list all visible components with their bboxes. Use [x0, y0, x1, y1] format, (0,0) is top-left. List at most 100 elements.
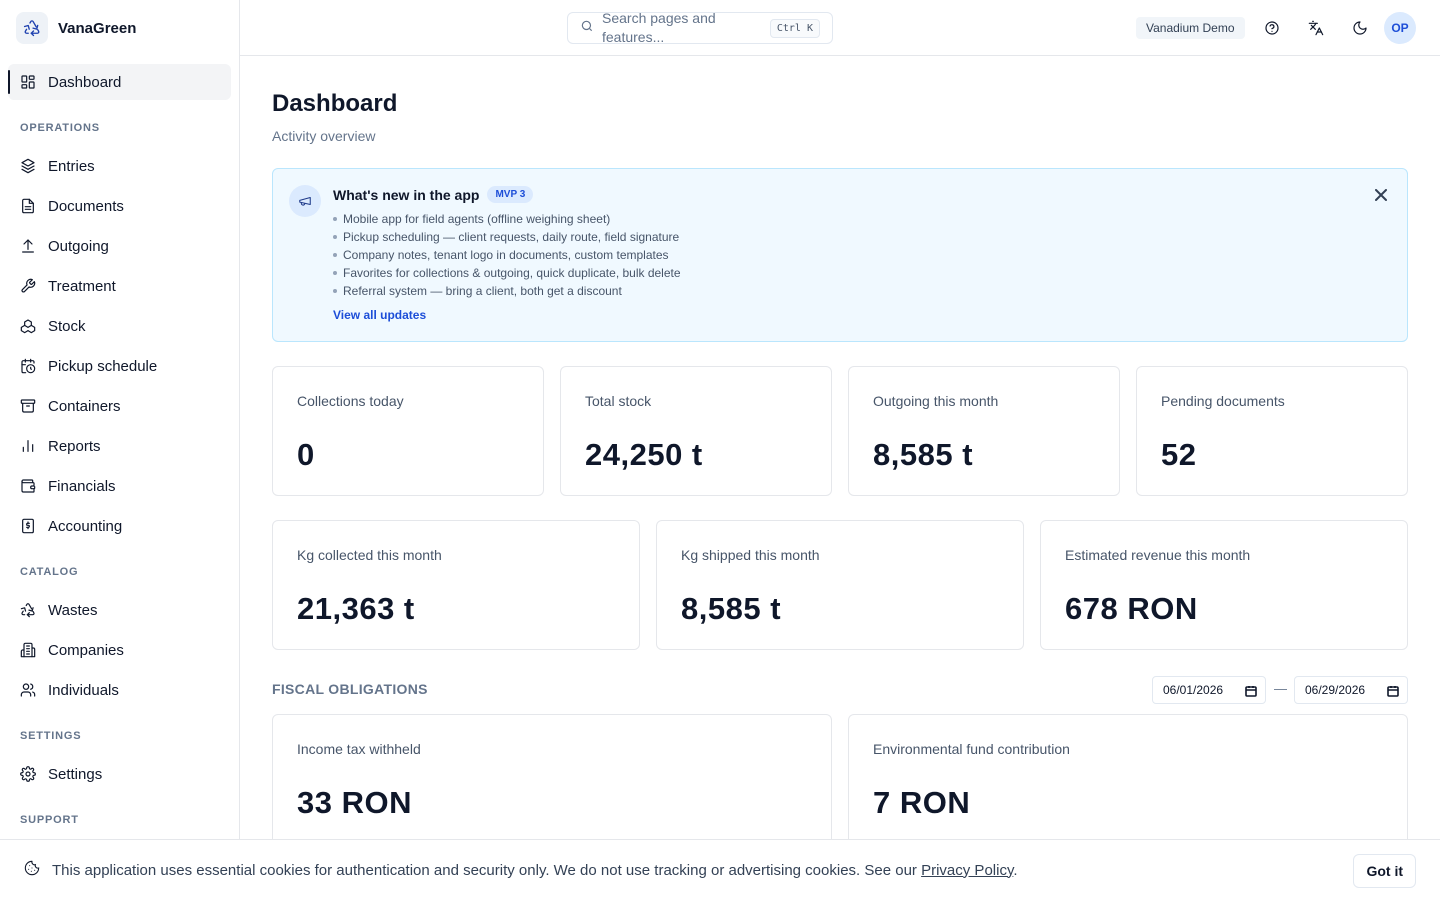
sidebar-nav: Dashboard OPERATIONS Entries Documents O… — [0, 56, 239, 832]
moon-icon[interactable] — [1348, 16, 1372, 40]
stat-label: Outgoing this month — [873, 393, 999, 409]
sidebar: VanaGreen Dashboard OPERATIONS Entries D… — [0, 0, 240, 900]
sidebar-item-label: Wastes — [48, 601, 98, 619]
announcement-header: What's new in the app MVP 3 — [333, 186, 534, 203]
brand[interactable]: VanaGreen — [0, 0, 239, 56]
recycle-logo-icon — [16, 12, 48, 44]
users-icon — [20, 682, 36, 698]
language-icon[interactable] — [1304, 16, 1328, 40]
stat-value: 21,363 t — [297, 591, 415, 626]
stat-label: Environmental fund contribution — [873, 741, 1070, 757]
sidebar-section-settings: SETTINGS — [20, 730, 82, 742]
date-separator: — — [1274, 681, 1287, 696]
cookie-icon — [24, 860, 40, 881]
stat-value: 33 RON — [297, 785, 412, 820]
list-item: Pickup scheduling — client requests, dai… — [333, 228, 681, 246]
sidebar-item-label: Individuals — [48, 681, 119, 699]
sidebar-section-catalog: CATALOG — [20, 566, 79, 578]
view-all-updates-link[interactable]: View all updates — [333, 308, 426, 322]
main-content: Dashboard Activity overview What's new i… — [272, 56, 1408, 854]
date-from-input[interactable]: 06/01/2026 — [1152, 676, 1266, 704]
calendar-icon — [1245, 685, 1257, 697]
sidebar-item-companies[interactable]: Companies — [8, 632, 231, 668]
stat-value: 7 RON — [873, 785, 971, 820]
recycle-icon — [20, 602, 36, 618]
sidebar-item-label: Outgoing — [48, 237, 109, 255]
stat-value: 24,250 t — [585, 437, 703, 472]
date-to-input[interactable]: 06/29/2026 — [1294, 676, 1408, 704]
announcement-banner: What's new in the app MVP 3 Mobile app f… — [272, 168, 1408, 342]
sidebar-item-label: Stock — [48, 317, 86, 335]
fiscal-card-environmental-fund: Environmental fund contribution 7 RON — [848, 714, 1408, 854]
sidebar-item-settings[interactable]: Settings — [8, 756, 231, 792]
bar-chart-icon — [20, 438, 36, 454]
sidebar-item-label: Treatment — [48, 277, 116, 295]
stat-value: 52 — [1161, 437, 1197, 472]
sidebar-item-stock[interactable]: Stock — [8, 308, 231, 344]
sidebar-item-dashboard[interactable]: Dashboard — [8, 64, 231, 100]
sidebar-item-treatment[interactable]: Treatment — [8, 268, 231, 304]
megaphone-icon — [289, 185, 321, 217]
sidebar-item-outgoing[interactable]: Outgoing — [8, 228, 231, 264]
sidebar-item-reports[interactable]: Reports — [8, 428, 231, 464]
stat-card-kg-shipped: Kg shipped this month 8,585 t — [656, 520, 1024, 650]
stat-value: 8,585 t — [873, 437, 974, 472]
cookie-text: This application uses essential cookies … — [52, 861, 922, 879]
announcement-title: What's new in the app — [333, 186, 480, 203]
avatar[interactable]: OP — [1384, 12, 1416, 44]
stat-card-pending-documents: Pending documents 52 — [1136, 366, 1408, 496]
version-badge: MVP 3 — [487, 186, 534, 203]
sidebar-item-label: Financials — [48, 477, 116, 495]
stat-label: Kg shipped this month — [681, 547, 820, 563]
date-from-value: 06/01/2026 — [1163, 683, 1224, 697]
stat-value: 678 RON — [1065, 591, 1198, 626]
sidebar-item-label: Documents — [48, 197, 124, 215]
building-icon — [20, 642, 36, 658]
search-shortcut: Ctrl K — [769, 18, 820, 38]
stat-value: 8,585 t — [681, 591, 782, 626]
sidebar-item-financials[interactable]: Financials — [8, 468, 231, 504]
sidebar-section-support: SUPPORT — [20, 814, 79, 826]
sidebar-section-operations: OPERATIONS — [20, 122, 100, 134]
tenant-badge[interactable]: Vanadium Demo — [1136, 17, 1245, 39]
grid-icon — [20, 74, 36, 90]
stat-card-outgoing-month: Outgoing this month 8,585 t — [848, 366, 1120, 496]
sidebar-item-individuals[interactable]: Individuals — [8, 672, 231, 708]
search-input[interactable]: Search pages and features... Ctrl K — [567, 12, 833, 44]
sidebar-item-documents[interactable]: Documents — [8, 188, 231, 224]
sidebar-item-wastes[interactable]: Wastes — [8, 592, 231, 628]
section-title: FISCAL OBLIGATIONS — [272, 681, 428, 697]
sidebar-item-containers[interactable]: Containers — [8, 388, 231, 424]
sidebar-item-label: Accounting — [48, 517, 123, 535]
stat-card-collections-today: Collections today 0 — [272, 366, 544, 496]
wrench-icon — [20, 278, 36, 294]
fiscal-card-income-tax: Income tax withheld 33 RON — [272, 714, 832, 854]
stat-label: Total stock — [585, 393, 652, 409]
got-it-button[interactable]: Got it — [1353, 854, 1416, 888]
stat-card-total-stock: Total stock 24,250 t — [560, 366, 832, 496]
list-item: Company notes, tenant logo in documents,… — [333, 246, 681, 264]
fiscal-obligations-header: FISCAL OBLIGATIONS 06/01/2026 — 06/29/20… — [272, 676, 1408, 704]
stat-label: Estimated revenue this month — [1065, 547, 1251, 563]
sidebar-item-label: Settings — [48, 765, 103, 783]
privacy-policy-link[interactable]: Privacy Policy — [921, 862, 1013, 879]
receipt-icon — [20, 518, 36, 534]
brand-name: VanaGreen — [58, 19, 137, 37]
cookie-message: This application uses essential cookies … — [52, 862, 1018, 879]
date-to-value: 06/29/2026 — [1305, 683, 1366, 697]
sidebar-item-accounting[interactable]: Accounting — [8, 508, 231, 544]
close-icon[interactable] — [1373, 187, 1389, 203]
archive-icon — [20, 398, 36, 414]
stat-label: Collections today — [297, 393, 404, 409]
sidebar-item-pickup-schedule[interactable]: Pickup schedule — [8, 348, 231, 384]
boxes-icon — [20, 318, 36, 334]
stat-value: 0 — [297, 437, 315, 472]
sidebar-item-entries[interactable]: Entries — [8, 148, 231, 184]
list-item: Favorites for collections & outgoing, qu… — [333, 264, 681, 282]
calendar-clock-icon — [20, 358, 36, 374]
cookie-suffix: . — [1013, 861, 1018, 879]
stat-card-estimated-revenue: Estimated revenue this month 678 RON — [1040, 520, 1408, 650]
list-item: Referral system — bring a client, both g… — [333, 282, 681, 300]
topbar: Search pages and features... Ctrl K Vana… — [240, 0, 1440, 56]
help-icon[interactable] — [1260, 16, 1284, 40]
